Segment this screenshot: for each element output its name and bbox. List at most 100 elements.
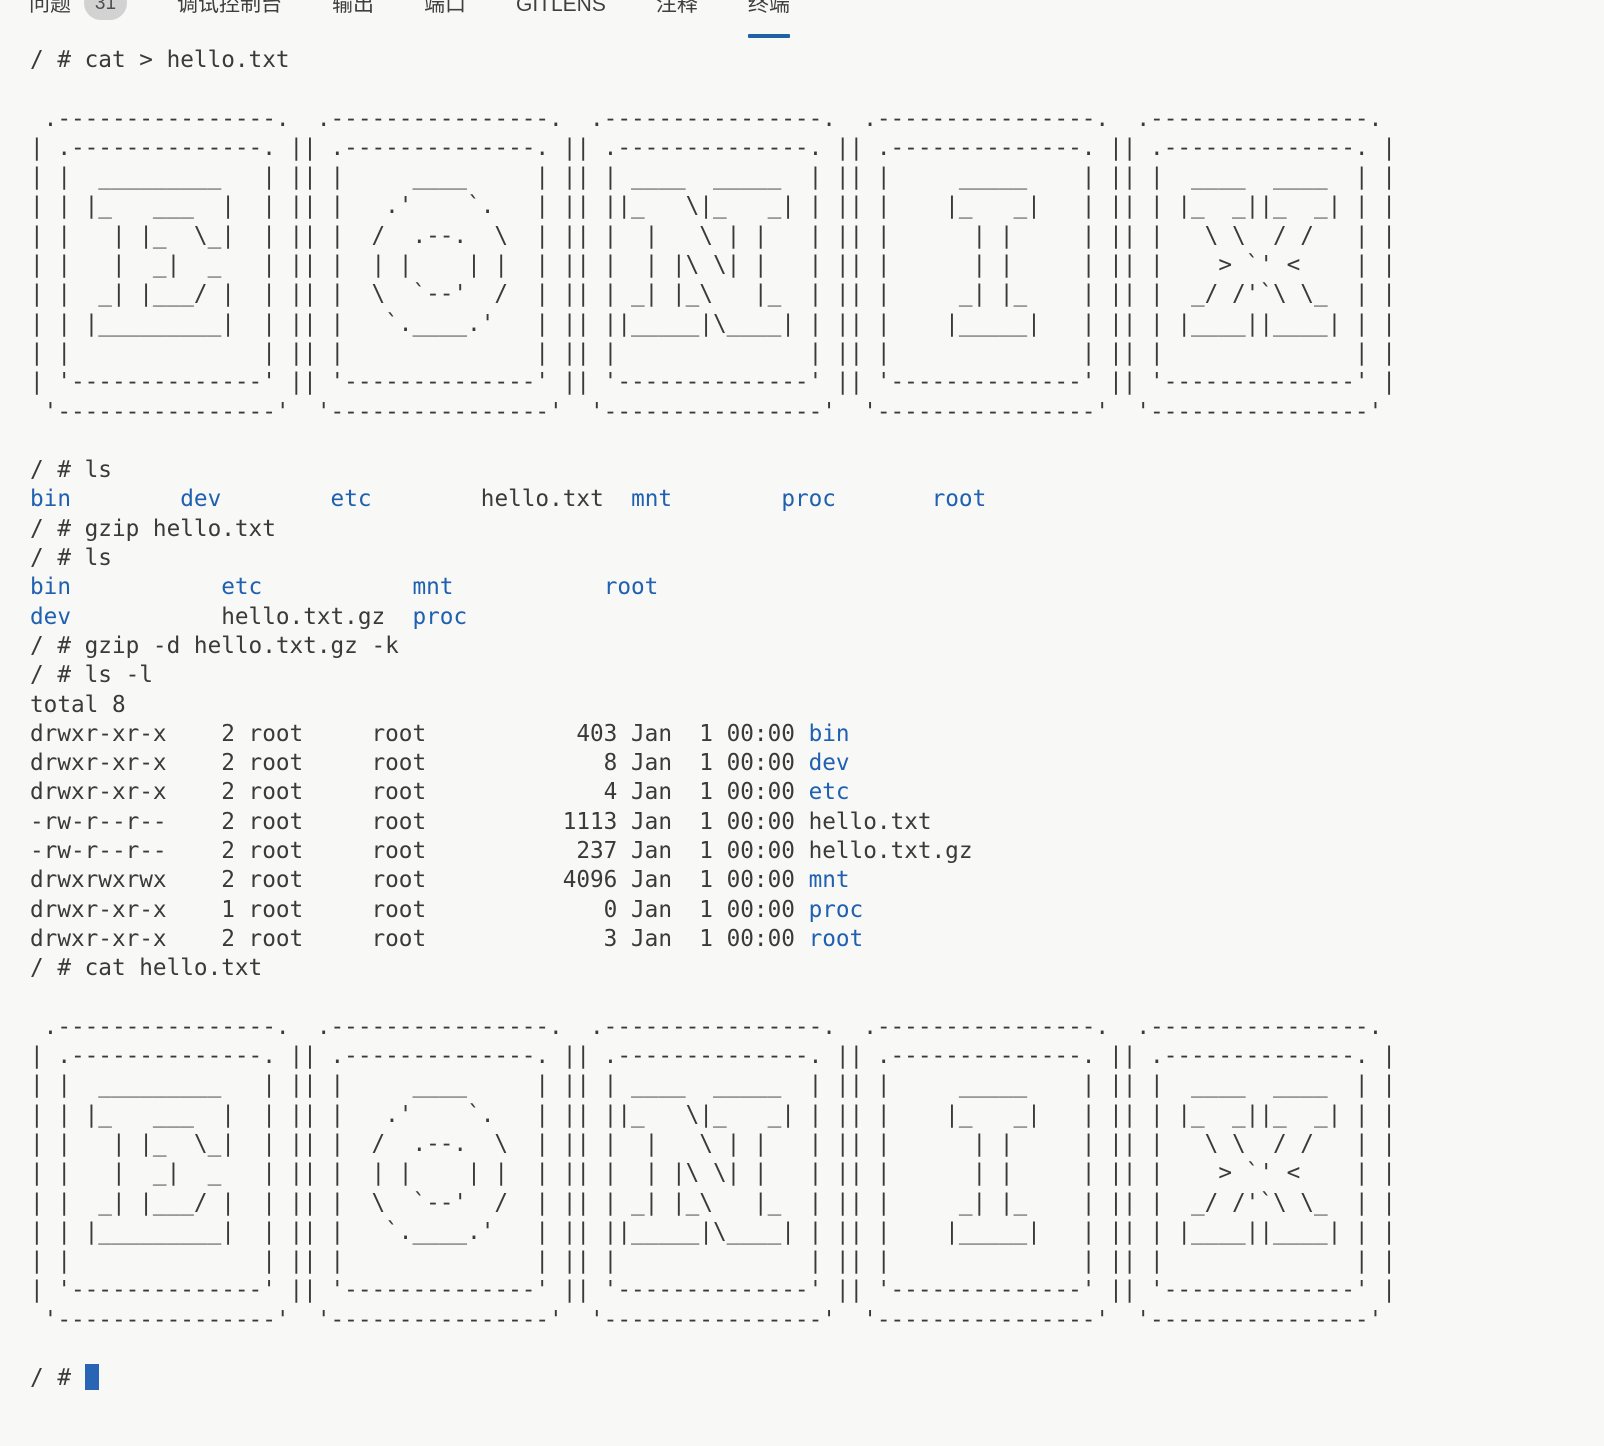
terminal-text: total 8 (30, 692, 126, 718)
terminal-text: hello.txt (481, 486, 604, 512)
terminal-line: dev hello.txt.gz proc (30, 603, 1604, 632)
terminal-line: bin dev etc hello.txt mnt proc root (30, 485, 1604, 514)
terminal-line: / # gzip -d hello.txt.gz -k (30, 632, 1604, 661)
terminal-text: drwxrwxrwx 2 root root 4096 Jan 1 00:00 (30, 867, 809, 893)
directory-name: dev (809, 750, 850, 776)
terminal-line: | '--------------' || '--------------' |… (30, 368, 1604, 397)
terminal-text: | | _________ | || | ____ | || | ____ __… (30, 1072, 1396, 1098)
terminal-line: | | _________ | || | ____ | || | ____ __… (30, 163, 1604, 192)
terminal-text: drwxr-xr-x 2 root root 4 Jan 1 00:00 (30, 779, 809, 805)
terminal-text: / # gzip -d hello.txt.gz -k (30, 633, 399, 659)
terminal-text: | | | _| _ | || | | | | | | || | | |\ \|… (30, 252, 1396, 278)
terminal-cursor (85, 1364, 99, 1390)
directory-name: dev (30, 604, 71, 630)
terminal-line: / # ls -l (30, 661, 1604, 690)
tab-terminal-label: 终端 (748, 0, 790, 16)
terminal-line: | | _| |___/ | | || | \ `--' / | || | _|… (30, 280, 1604, 309)
terminal-line: | | |_________| | || | `.____.' | || ||_… (30, 310, 1604, 339)
tab-comments[interactable]: 注释 (656, 0, 698, 16)
terminal-text: | '--------------' || '--------------' |… (30, 369, 1396, 395)
terminal-text: drwxr-xr-x 1 root root 0 Jan 1 00:00 (30, 897, 809, 923)
terminal-text: | | | |_ \_| | || | / .--. \ | || | | \ … (30, 223, 1396, 249)
directory-name: mnt (631, 486, 672, 512)
terminal-text: drwxr-xr-x 2 root root 403 Jan 1 00:00 (30, 721, 809, 747)
terminal-line: bin etc mnt root (30, 573, 1604, 602)
terminal-text (71, 574, 221, 600)
terminal-line: | | | || | | || | | || | | || | | | (30, 1247, 1604, 1276)
terminal-line: total 8 (30, 691, 1604, 720)
terminal-line: | | | |_ \_| | || | / .--. \ | || | | \ … (30, 1130, 1604, 1159)
terminal-line: drwxr-xr-x 2 root root 403 Jan 1 00:00 b… (30, 720, 1604, 749)
tab-gitlens[interactable]: GITLENS (516, 0, 606, 16)
terminal-text: | | _| |___/ | | || | \ `--' / | || | _|… (30, 1190, 1396, 1216)
terminal-text (385, 604, 412, 630)
terminal-line: | | | |_ \_| | || | / .--. \ | || | | \ … (30, 222, 1604, 251)
terminal-text: | | | || | | || | | || | | || | | | (30, 340, 1396, 366)
terminal-text: / # (30, 1365, 85, 1391)
terminal-line: | | _| |___/ | | || | \ `--' / | || | _|… (30, 1189, 1604, 1218)
directory-name: etc (221, 574, 262, 600)
terminal-line: drwxr-xr-x 2 root root 3 Jan 1 00:00 roo… (30, 925, 1604, 954)
terminal-text: | | | |_ \_| | || | / .--. \ | || | | \ … (30, 1131, 1396, 1157)
tab-output-label: 输出 (332, 0, 374, 16)
terminal-line: | | _________ | || | ____ | || | ____ __… (30, 1071, 1604, 1100)
terminal-text: | | | _| _ | || | | | | | | || | | |\ \|… (30, 1160, 1396, 1186)
terminal-line: -rw-r--r-- 2 root root 1113 Jan 1 00:00 … (30, 808, 1604, 837)
terminal-text: | .--------------. || .--------------. |… (30, 1043, 1396, 1069)
terminal-line: '----------------' '----------------' '-… (30, 398, 1604, 427)
tab-ports-label: 端口 (424, 0, 466, 16)
terminal-text (604, 486, 631, 512)
terminal-text: | | |_ ___ | | || | .' `. | || ||_ \|_ _… (30, 1102, 1396, 1128)
terminal-text: '----------------' '----------------' '-… (30, 1307, 1396, 1333)
terminal-text (672, 486, 781, 512)
terminal-line: / # cat > hello.txt (30, 46, 1604, 75)
terminal-line: drwxr-xr-x 2 root root 4 Jan 1 00:00 etc (30, 778, 1604, 807)
terminal-text: / # ls (30, 545, 112, 571)
terminal-text (453, 574, 603, 600)
terminal-text (221, 486, 330, 512)
terminal-text (71, 486, 180, 512)
terminal-text (372, 486, 481, 512)
terminal-line: | | | _| _ | || | | | | | | || | | |\ \|… (30, 1159, 1604, 1188)
problems-count-badge: 31 (84, 0, 127, 20)
terminal-line: | | |_ ___ | | || | .' `. | || ||_ \|_ _… (30, 192, 1604, 221)
terminal-text: .----------------. .----------------. .-… (30, 106, 1396, 132)
directory-name: etc (331, 486, 372, 512)
terminal-text: -rw-r--r-- 2 root root 237 Jan 1 00:00 (30, 838, 809, 864)
terminal-text (262, 574, 412, 600)
terminal-line (30, 984, 1604, 1013)
directory-name: bin (809, 721, 850, 747)
tab-debug-console-label: 调试控制台 (177, 0, 282, 16)
terminal-line: / # ls (30, 456, 1604, 485)
terminal-text: | | _| |___/ | | || | \ `--' / | || | _|… (30, 281, 1396, 307)
terminal-output[interactable]: / # cat > hello.txt .----------------. .… (30, 46, 1604, 1446)
directory-name: root (932, 486, 987, 512)
directory-name: root (809, 926, 864, 952)
directory-name: root (604, 574, 659, 600)
terminal-line: / # cat hello.txt (30, 954, 1604, 983)
terminal-text: / # gzip hello.txt (30, 516, 276, 542)
terminal-text: hello.txt.gz (221, 604, 385, 630)
tab-output[interactable]: 输出 (332, 0, 374, 16)
terminal-line: '----------------' '----------------' '-… (30, 1306, 1604, 1335)
tab-debug-console[interactable]: 调试控制台 (177, 0, 282, 16)
terminal-line (30, 1335, 1604, 1364)
directory-name: proc (781, 486, 836, 512)
tab-ports[interactable]: 端口 (424, 0, 466, 16)
terminal-line: / # gzip hello.txt (30, 515, 1604, 544)
terminal-line: .----------------. .----------------. .-… (30, 1013, 1604, 1042)
directory-name: bin (30, 486, 71, 512)
tab-terminal[interactable]: 终端 (748, 0, 790, 16)
terminal-line: / # (30, 1364, 1604, 1393)
terminal-line: .----------------. .----------------. .-… (30, 105, 1604, 134)
terminal-line: | | | || | | || | | || | | || | | | (30, 339, 1604, 368)
terminal-line: | | | _| _ | || | | | | | | || | | |\ \|… (30, 251, 1604, 280)
terminal-text: | '--------------' || '--------------' |… (30, 1277, 1396, 1303)
directory-name: proc (809, 897, 864, 923)
terminal-line: drwxr-xr-x 2 root root 8 Jan 1 00:00 dev (30, 749, 1604, 778)
directory-name: bin (30, 574, 71, 600)
terminal-text (836, 486, 932, 512)
directory-name: etc (809, 779, 850, 805)
terminal-line: / # ls (30, 544, 1604, 573)
tab-problems[interactable]: 问题 31 (29, 0, 127, 21)
